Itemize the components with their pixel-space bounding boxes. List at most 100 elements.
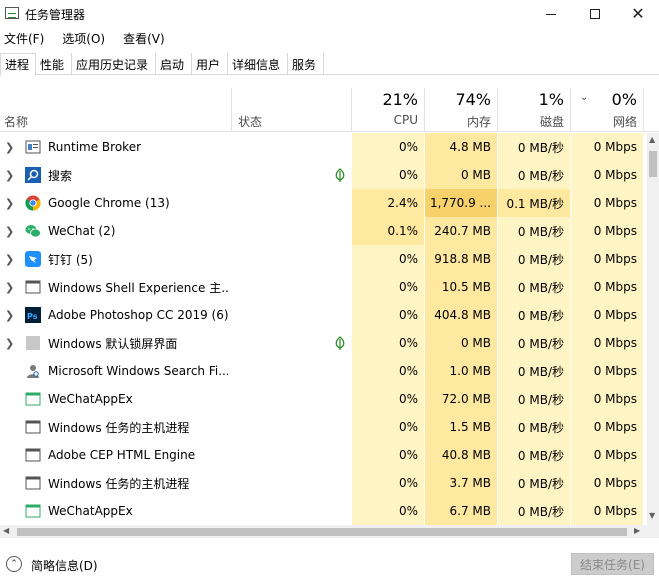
process-name: WeChat (2) [48,224,116,238]
cpu-cell: 0% [352,301,424,329]
tab-services[interactable]: 服务 [288,53,324,75]
menu-file[interactable]: 文件(F) [0,30,44,48]
process-row[interactable]: ❯ Windows 默认锁屏界面 0% 0 MB 0 MB/秒 0 Mbps [0,329,647,357]
expand-chevron-icon[interactable]: ❯ [5,197,14,210]
vertical-scrollbar[interactable]: ▲ ▼ [647,133,659,525]
wechat-app-icon [25,391,41,407]
process-row[interactable]: ❯ 钉钉 (5) 0% 918.8 MB 0 MB/秒 0 Mbps [0,245,647,273]
process-row[interactable]: ❯ Ps Adobe Photoshop CC 2019 (6) 0% 404.8 MB… [0,301,647,329]
process-name: WeChatAppEx [48,504,133,518]
header-memory-percent[interactable]: 74% [425,90,491,109]
process-row[interactable]: Adobe CEP HTML Engine 0% 40.8 MB 0 MB/秒 0 Mb… [0,441,647,469]
expand-chevron-icon[interactable]: ❯ [5,169,14,182]
header-network-label[interactable]: 网络 [571,113,637,130]
disk-cell: 0 MB/秒 [498,469,570,497]
process-row[interactable]: WeChatAppEx 0% 72.0 MB 0 MB/秒 0 Mbps [0,385,647,413]
menu-options[interactable]: 选项(O) [58,30,105,48]
expand-chevron-icon[interactable]: ❯ [5,309,14,322]
wechat-icon [25,223,41,239]
window-icon [25,419,41,435]
cpu-cell: 0% [352,161,424,189]
expand-chevron-icon[interactable]: ❯ [5,253,14,266]
process-name: Runtime Broker [48,140,142,154]
wechat-app-icon [25,503,41,519]
window-icon [25,279,41,295]
cpu-cell: 0% [352,385,424,413]
process-name: WeChatAppEx [48,392,133,406]
header-status[interactable]: 状态 [238,113,262,130]
task-manager-icon [5,7,19,19]
disk-cell: 0 MB/秒 [498,133,570,161]
menu-view[interactable]: 查看(V) [119,30,165,48]
network-cell: 0 Mbps [571,161,643,189]
maximize-icon [590,9,600,19]
header-disk-label[interactable]: 磁盘 [498,113,564,130]
horizontal-scrollbar[interactable]: ◀ ▶ [0,525,647,538]
column-divider[interactable] [643,88,644,132]
scroll-down-icon[interactable]: ▼ [649,511,655,520]
minimize-button[interactable] [528,0,574,28]
header-name[interactable]: 名称 [4,113,28,130]
disk-cell: 0 MB/秒 [498,217,570,245]
network-cell: 0 Mbps [571,329,643,357]
header-disk-percent[interactable]: 1% [498,90,564,109]
disk-cell: 0 MB/秒 [498,385,570,413]
column-divider[interactable] [231,88,232,132]
tab-details[interactable]: 详细信息 [228,53,288,75]
cpu-cell: 0.1% [352,217,424,245]
title-bar: 任务管理器 ✕ [0,0,659,28]
tab-app-history[interactable]: 应用历史记录 [72,53,156,75]
end-task-button[interactable]: 结束任务(E) [571,553,654,575]
tab-startup[interactable]: 启动 [156,53,192,75]
tab-users[interactable]: 用户 [192,53,228,75]
scroll-left-icon[interactable]: ◀ [3,526,9,535]
expand-chevron-icon[interactable]: ❯ [5,281,14,294]
memory-cell: 0 MB [425,161,497,189]
disk-cell: 0 MB/秒 [498,357,570,385]
network-cell: 0 Mbps [571,357,643,385]
header-network-percent[interactable]: 0% [571,90,637,109]
process-row[interactable]: Windows 任务的主机进程 0% 1.5 MB 0 MB/秒 0 Mbps [0,413,647,441]
memory-cell: 3.7 MB [425,469,497,497]
fewer-details-link[interactable]: 简略信息(D) [31,557,98,574]
scrollbar-corner [647,525,659,538]
process-name: Windows 任务的主机进程 [48,420,190,435]
scrollbar-thumb[interactable] [649,151,657,177]
window-icon [25,475,41,491]
cpu-cell: 0% [352,329,424,357]
network-cell: 0 Mbps [571,133,643,161]
process-row[interactable]: ❯ Google Chrome (13) 2.4% 1,770.9 ... 0.1 MB… [0,189,647,217]
header-cpu-label[interactable]: CPU [352,113,418,127]
disk-cell: 0 MB/秒 [498,497,570,525]
network-cell: 0 Mbps [571,413,643,441]
disk-cell: 0 MB/秒 [498,413,570,441]
process-row[interactable]: Windows 任务的主机进程 0% 3.7 MB 0 MB/秒 0 Mbps [0,469,647,497]
process-row[interactable]: ❯ Windows Shell Experience 主... 0% 10.5 MB 0… [0,273,647,301]
cpu-cell: 0% [352,469,424,497]
process-row[interactable]: ❯ Runtime Broker 0% 4.8 MB 0 MB/秒 0 Mbps [0,133,647,161]
scrollbar-thumb[interactable] [17,528,627,536]
tab-processes[interactable]: 进程 [0,53,36,76]
network-cell: 0 Mbps [571,441,643,469]
search-icon [25,167,41,183]
header-cpu-percent[interactable]: 21% [352,90,418,109]
process-row[interactable]: WeChatAppEx 0% 6.7 MB 0 MB/秒 0 Mbps [0,497,647,525]
expand-chevron-icon[interactable]: ❯ [5,225,14,238]
maximize-button[interactable] [572,0,618,28]
expand-chevron-icon[interactable]: ❯ [5,141,14,154]
scroll-right-icon[interactable]: ▶ [634,526,640,535]
chevron-up-icon[interactable]: ⌃ [6,556,22,572]
expand-chevron-icon[interactable]: ❯ [5,337,14,350]
process-row[interactable]: Microsoft Windows Search Fi... 0% 1.0 MB 0 … [0,357,647,385]
close-button[interactable]: ✕ [615,0,659,28]
tab-performance[interactable]: 性能 [36,53,72,75]
process-row[interactable]: ❯ WeChat (2) 0.1% 240.7 MB 0 MB/秒 0 Mbps [0,217,647,245]
network-cell: 0 Mbps [571,245,643,273]
cpu-cell: 0% [352,133,424,161]
header-memory-label[interactable]: 内存 [425,113,491,130]
scroll-up-icon[interactable]: ▲ [649,135,655,144]
cpu-cell: 0% [352,245,424,273]
network-cell: 0 Mbps [571,301,643,329]
leaf-icon [334,168,346,182]
process-row[interactable]: ❯ 搜索 0% 0 MB 0 MB/秒 0 Mbps [0,161,647,189]
